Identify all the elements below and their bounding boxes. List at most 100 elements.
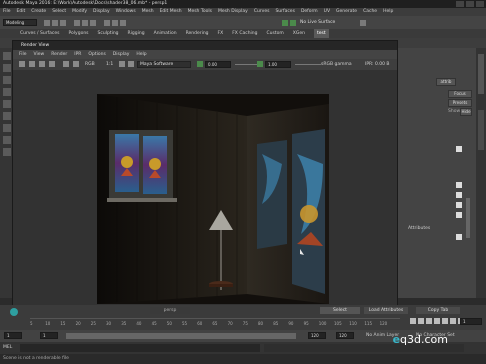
command-input[interactable]: [20, 344, 260, 352]
render-region-icon[interactable]: [29, 61, 35, 67]
map-button-icon[interactable]: [456, 192, 462, 198]
shelf-tab-animation[interactable]: Animation: [154, 29, 177, 38]
lasso-tool-icon[interactable]: [3, 64, 11, 72]
play-forward-icon[interactable]: [442, 318, 448, 324]
menu-item-curves[interactable]: Curves: [254, 8, 270, 16]
color-space-label[interactable]: sRGB gamma: [321, 62, 352, 67]
end-time-field[interactable]: 120: [336, 332, 354, 339]
range-bar[interactable]: [66, 333, 296, 339]
time-slider-playhead-icon[interactable]: [10, 308, 18, 316]
play-back-icon[interactable]: [434, 318, 440, 324]
ipr-select-button[interactable]: Select: [320, 307, 360, 314]
map-button-icon[interactable]: [456, 234, 462, 240]
menu-set-dropdown[interactable]: Modeling: [3, 19, 37, 26]
menu-item-mesh[interactable]: Mesh: [142, 8, 154, 16]
render-view-menu-help[interactable]: Help: [136, 50, 146, 59]
snap-grid-icon[interactable]: [104, 20, 110, 26]
paint-select-tool-icon[interactable]: [3, 76, 11, 84]
step-back-icon[interactable]: [426, 318, 432, 324]
attribute-scrollbar[interactable]: [466, 198, 470, 238]
pan-icon[interactable]: [128, 61, 134, 67]
render-current-frame-icon[interactable]: [282, 20, 288, 26]
focus-button[interactable]: Focus: [448, 90, 472, 98]
menu-item-generate[interactable]: Generate: [336, 8, 357, 16]
menu-item-cache[interactable]: Cache: [363, 8, 377, 16]
go-to-start-icon[interactable]: [410, 318, 416, 324]
map-button-icon[interactable]: [456, 182, 462, 188]
gamma-slider[interactable]: [295, 64, 321, 65]
render-view-menu-view[interactable]: View: [34, 50, 45, 59]
gamma-field[interactable]: 1.00: [265, 61, 291, 68]
exposure-field[interactable]: 0.00: [205, 61, 231, 68]
select-object-icon[interactable]: [82, 20, 88, 26]
menu-item-select[interactable]: Select: [52, 8, 66, 16]
move-tool-icon[interactable]: [3, 88, 11, 96]
shelf-tab-curves-surfaces[interactable]: Curves / Surfaces: [20, 29, 60, 38]
start-time-field[interactable]: 1: [4, 332, 22, 339]
snap-point-icon[interactable]: [120, 20, 126, 26]
map-button-icon[interactable]: [456, 202, 462, 208]
step-forward-icon[interactable]: [450, 318, 456, 324]
redo-render-icon[interactable]: [19, 61, 25, 67]
ipr-icon[interactable]: [49, 61, 55, 67]
remove-image-icon[interactable]: [73, 61, 79, 67]
last-tool-icon[interactable]: [3, 124, 11, 132]
attribute-editor-tab[interactable]: [478, 110, 484, 150]
render-canvas[interactable]: size: 640 x 480 zoom: 1.000 (raytrace,sh…: [13, 70, 397, 325]
shelf-tab-custom[interactable]: Custom: [267, 29, 284, 38]
menu-item-create[interactable]: Create: [31, 8, 46, 16]
shelf-tab-polygons[interactable]: Polygons: [69, 29, 89, 38]
load-attributes-button[interactable]: Load Attributes: [364, 307, 408, 314]
select-component-icon[interactable]: [90, 20, 96, 26]
render-view-menu-options[interactable]: Options: [88, 50, 105, 59]
zoom-icon[interactable]: [119, 61, 125, 67]
save-scene-icon[interactable]: [60, 20, 66, 26]
shelf-tab-sculpting[interactable]: Sculpting: [98, 29, 119, 38]
minimize-button[interactable]: [456, 1, 464, 7]
menu-item-deform[interactable]: Deform: [301, 8, 318, 16]
menu-item-edit[interactable]: Edit: [17, 8, 26, 16]
shelf-tab-xgen[interactable]: XGen: [293, 29, 305, 38]
channel-box-tab[interactable]: [478, 54, 484, 94]
four-view-layout-icon[interactable]: [3, 148, 11, 156]
snapshot-icon[interactable]: [39, 61, 45, 67]
copy-tab-button[interactable]: Copy Tab: [416, 307, 460, 314]
render-view-menu-render[interactable]: Render: [51, 50, 67, 59]
exposure-icon[interactable]: [197, 61, 203, 67]
renderer-dropdown[interactable]: Maya Software: [137, 61, 191, 68]
shelf-tab-fx-caching[interactable]: FX Caching: [232, 29, 257, 38]
attrib-tab[interactable]: attrib: [436, 78, 456, 86]
gamma-icon[interactable]: [257, 61, 263, 67]
current-frame-field[interactable]: 1: [460, 318, 482, 325]
menu-item-surfaces[interactable]: Surfaces: [275, 8, 295, 16]
new-scene-icon[interactable]: [44, 20, 50, 26]
maximize-button[interactable]: [466, 1, 474, 7]
menu-item-windows[interactable]: Windows: [116, 8, 136, 16]
menu-item-display[interactable]: Display: [93, 8, 110, 16]
mel-label[interactable]: MEL: [3, 345, 12, 350]
single-view-layout-icon[interactable]: [3, 136, 11, 144]
render-view-menu-file[interactable]: File: [19, 50, 27, 59]
render-view-title-bar[interactable]: Render View: [13, 41, 397, 50]
ipr-render-icon[interactable]: [290, 20, 296, 26]
presets-button[interactable]: Presets: [448, 99, 472, 107]
render-view-menu-display[interactable]: Display: [113, 50, 130, 59]
menu-item-mesh-tools[interactable]: Mesh Tools: [188, 8, 212, 16]
menu-item-modify[interactable]: Modify: [72, 8, 87, 16]
keep-image-icon[interactable]: [63, 61, 69, 67]
rotate-tool-icon[interactable]: [3, 100, 11, 108]
show-label[interactable]: Show: [448, 109, 460, 114]
step-back-key-icon[interactable]: [418, 318, 424, 324]
hide-button[interactable]: Hide: [460, 108, 472, 116]
map-button-icon[interactable]: [456, 212, 462, 218]
menu-item-edit-mesh[interactable]: Edit Mesh: [160, 8, 182, 16]
range-end-field[interactable]: 120: [308, 332, 326, 339]
menu-item-help[interactable]: Help: [383, 8, 393, 16]
zoom-ratio[interactable]: 1:1: [106, 62, 113, 67]
symmetry-icon[interactable]: [360, 20, 366, 26]
menu-item-uv[interactable]: UV: [324, 8, 330, 16]
open-scene-icon[interactable]: [52, 20, 58, 26]
map-button-icon[interactable]: [456, 146, 462, 152]
scale-tool-icon[interactable]: [3, 112, 11, 120]
close-button[interactable]: [476, 1, 484, 7]
